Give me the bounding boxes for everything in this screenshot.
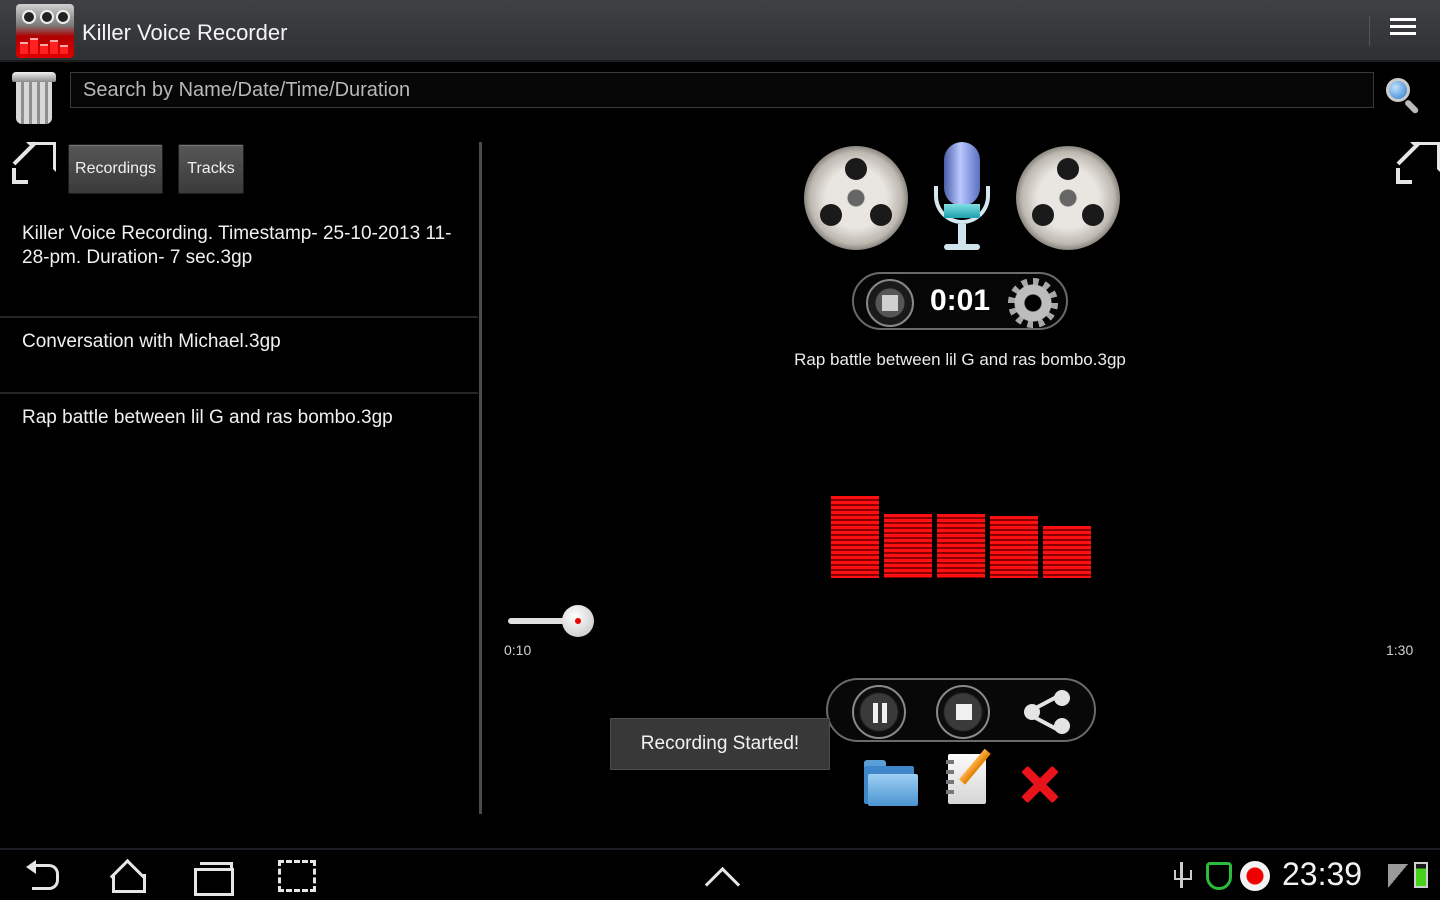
- eq-icon: [60, 45, 68, 54]
- pause-icon: [873, 703, 887, 723]
- playback-controls: [826, 678, 1096, 742]
- screenshot-icon[interactable]: [278, 860, 316, 892]
- collapse-list-icon[interactable]: [10, 141, 56, 188]
- position-slider-thumb[interactable]: [562, 605, 594, 637]
- microphone-icon[interactable]: [926, 142, 998, 254]
- recordings-list: Killer Voice Recording. Timestamp- 25-10…: [0, 210, 478, 454]
- home-icon[interactable]: [104, 860, 148, 894]
- usb-icon: [1174, 862, 1192, 890]
- recording-timer: 0:01: [930, 284, 991, 317]
- recording-name: Rap battle between lil G and ras bombo.3…: [22, 407, 393, 428]
- timer-panel: 0:01: [852, 272, 1068, 330]
- gear-icon[interactable]: [1008, 278, 1058, 328]
- app-title: Killer Voice Recorder: [82, 20, 288, 45]
- knob-icon: [40, 10, 54, 24]
- pane-divider[interactable]: [479, 142, 482, 814]
- knob-icon: [22, 10, 36, 24]
- shield-icon: [1206, 862, 1232, 890]
- eq-icon: [40, 44, 48, 54]
- slider-min-label: 0:10: [504, 642, 532, 658]
- stop-icon: [956, 704, 972, 720]
- level-meter-bar: [831, 496, 879, 578]
- level-meter-bar: [1043, 526, 1091, 578]
- search-icon[interactable]: [1386, 78, 1422, 115]
- eq-icon: [20, 42, 28, 54]
- level-meter-bar: [990, 516, 1038, 578]
- signal-icon: [1388, 864, 1408, 888]
- eq-icon: [50, 40, 58, 54]
- level-meter-bar: [937, 514, 985, 578]
- tape-reel-left-icon: [804, 146, 908, 250]
- action-bar: Killer Voice Recorder: [0, 0, 1440, 62]
- eq-icon: [30, 38, 38, 54]
- list-item[interactable]: Rap battle between lil G and ras bombo.3…: [0, 394, 478, 454]
- chevron-up-icon[interactable]: [700, 860, 744, 894]
- tape-reel-right-icon: [1016, 146, 1120, 250]
- stop-recording-button[interactable]: [866, 279, 914, 327]
- edit-icon[interactable]: [946, 748, 998, 806]
- pause-button[interactable]: [852, 685, 906, 739]
- recording-name: Conversation with Michael.3gp: [22, 331, 281, 352]
- search-input[interactable]: [70, 72, 1374, 108]
- level-meter-bar: [884, 514, 932, 578]
- delete-icon[interactable]: [1018, 764, 1062, 804]
- back-icon[interactable]: [24, 860, 68, 894]
- toast-message: Recording Started!: [610, 718, 830, 770]
- tab-recordings[interactable]: Recordings: [68, 144, 163, 194]
- system-bar: 23:39: [0, 848, 1440, 900]
- app-logo-icon[interactable]: [16, 4, 74, 58]
- status-clock: 23:39: [1282, 856, 1363, 892]
- record-status-icon: [1240, 861, 1270, 891]
- stop-button[interactable]: [936, 685, 990, 739]
- list-item[interactable]: Killer Voice Recording. Timestamp- 25-10…: [0, 210, 478, 318]
- knob-icon: [56, 10, 70, 24]
- slider-max-label: 1:30: [1386, 642, 1414, 658]
- folder-icon[interactable]: [864, 760, 918, 806]
- current-file-name: Rap battle between lil G and ras bombo.3…: [794, 350, 1126, 369]
- share-icon[interactable]: [1024, 690, 1072, 734]
- expand-recorder-icon[interactable]: [1394, 141, 1440, 188]
- recent-apps-icon[interactable]: [190, 860, 234, 896]
- trash-icon[interactable]: [10, 72, 58, 124]
- action-bar-divider: [1369, 16, 1370, 46]
- overflow-menu-icon[interactable]: [1388, 14, 1422, 48]
- tab-tracks[interactable]: Tracks: [178, 144, 244, 194]
- battery-icon: [1414, 862, 1428, 888]
- list-item[interactable]: Conversation with Michael.3gp: [0, 318, 478, 394]
- recording-name: Killer Voice Recording. Timestamp- 25-10…: [22, 223, 452, 268]
